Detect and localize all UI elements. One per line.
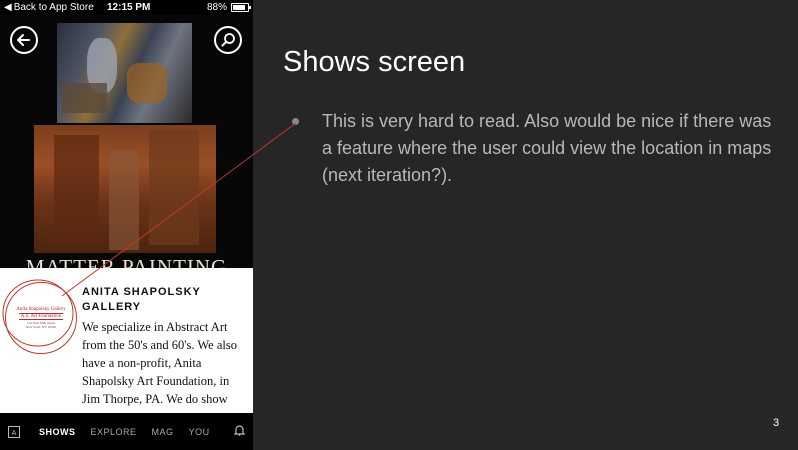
artwork-bottom-painting [34,125,216,253]
bottom-nav: A SHOWS EXPLORE MAG YOU [0,413,253,450]
nav-tab-mag[interactable]: MAG [152,427,174,437]
artwork-title: MATTER PAINTING [25,255,228,268]
back-to-app-store-link[interactable]: ◀ Back to App Store [4,2,94,13]
slide-bullet-list: This is very hard to read. Also would be… [292,108,772,189]
search-button[interactable] [214,26,242,54]
chevron-left-icon: ◀ [4,2,12,13]
battery-percentage: 88% [206,2,227,13]
search-icon [221,33,235,47]
artwork-image: MATTER PAINTING [0,15,253,268]
slide-page-number: 3 [773,417,780,429]
artwork-top-painting [57,23,192,123]
gallery-description: We specialize in Abstract Art from the 5… [82,320,239,411]
artsy-logo-icon[interactable]: A [8,425,20,438]
nav-tab-you[interactable]: YOU [189,427,210,437]
back-button[interactable] [10,26,38,54]
battery-indicator: 88% [206,2,251,13]
status-bar: ◀ Back to App Store 12:15 PM 88% [0,0,253,15]
bullet-dot [292,118,299,125]
status-time: 12:15 PM [107,2,151,13]
bullet-text: This is very hard to read. Also would be… [322,111,772,185]
arrow-left-icon [17,34,30,46]
slide-title: Shows screen [283,46,466,78]
back-to-app-store-label: Back to App Store [13,2,94,13]
gallery-name: ANITA SHAPOLSKY GALLERY [82,286,201,313]
nav-tab-shows[interactable]: SHOWS [39,427,76,437]
list-item: This is very hard to read. Also would be… [292,108,772,189]
battery-icon [231,3,251,12]
phone-screenshot: ◀ Back to App Store 12:15 PM 88% MATTER … [0,0,253,450]
gallery-logo: Anita Shapolsky Gallery A.S. Art Foundat… [5,282,77,354]
bell-icon[interactable] [233,423,246,441]
nav-tab-explore[interactable]: EXPLORE [91,427,137,437]
gallery-info-panel: Anita Shapolsky Gallery A.S. Art Foundat… [0,268,253,413]
